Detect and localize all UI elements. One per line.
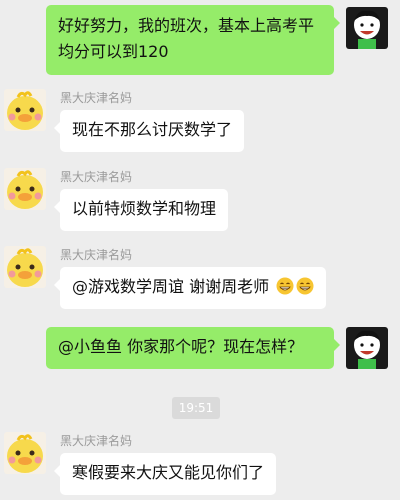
grin-emoji-icon: [276, 277, 294, 295]
sender-name: 黑大庆津名妈: [60, 91, 133, 105]
yellow-duck-icon: [4, 168, 46, 210]
message-text: 寒假要来大庆又能见你们了: [72, 463, 265, 482]
message-bubble-received[interactable]: 现在不那么讨厌数学了: [53, 110, 245, 152]
message-text: 以前特烦数学和物理: [72, 199, 217, 218]
yellow-duck-icon: [4, 89, 46, 131]
sender-avatar[interactable]: [4, 168, 46, 210]
cartoon-face-icon: [346, 7, 388, 49]
yellow-duck-icon: [4, 246, 46, 288]
timestamp-badge: 19:51: [172, 397, 220, 419]
sender-name: 黑大庆津名妈: [60, 248, 133, 262]
message-bubble-received[interactable]: 以前特烦数学和物理: [53, 189, 229, 231]
cartoon-face-icon: [346, 327, 388, 369]
chat-window: 好好努力，我的班次，基本上高考平均分可以到120 黑大庆津名妈 现在不那么讨厌数…: [0, 0, 400, 500]
message-text: 好好努力，我的班次，基本上高考平均分可以到120: [58, 16, 315, 61]
self-avatar[interactable]: [346, 327, 388, 369]
sender-name: 黑大庆津名妈: [60, 434, 133, 448]
message-bubble-sent[interactable]: 好好努力，我的班次，基本上高考平均分可以到120: [46, 5, 340, 75]
message-bubble-received[interactable]: 寒假要来大庆又能见你们了: [53, 453, 277, 495]
sender-avatar[interactable]: [4, 432, 46, 474]
message-text: @小鱼鱼 你家那个呢？现在怎样？: [58, 337, 304, 356]
sender-avatar[interactable]: [4, 89, 46, 131]
message-bubble-received[interactable]: @游戏数学周谊 谢谢周老师: [53, 267, 327, 309]
message-text: 现在不那么讨厌数学了: [72, 120, 233, 139]
yellow-duck-icon: [4, 432, 46, 474]
self-avatar[interactable]: [346, 7, 388, 49]
sender-avatar[interactable]: [4, 246, 46, 288]
grin-emoji-icon: [296, 277, 314, 295]
sender-name: 黑大庆津名妈: [60, 170, 133, 184]
message-text: @游戏数学周谊 谢谢周老师: [72, 277, 270, 296]
message-bubble-sent[interactable]: @小鱼鱼 你家那个呢？现在怎样？: [46, 327, 340, 369]
